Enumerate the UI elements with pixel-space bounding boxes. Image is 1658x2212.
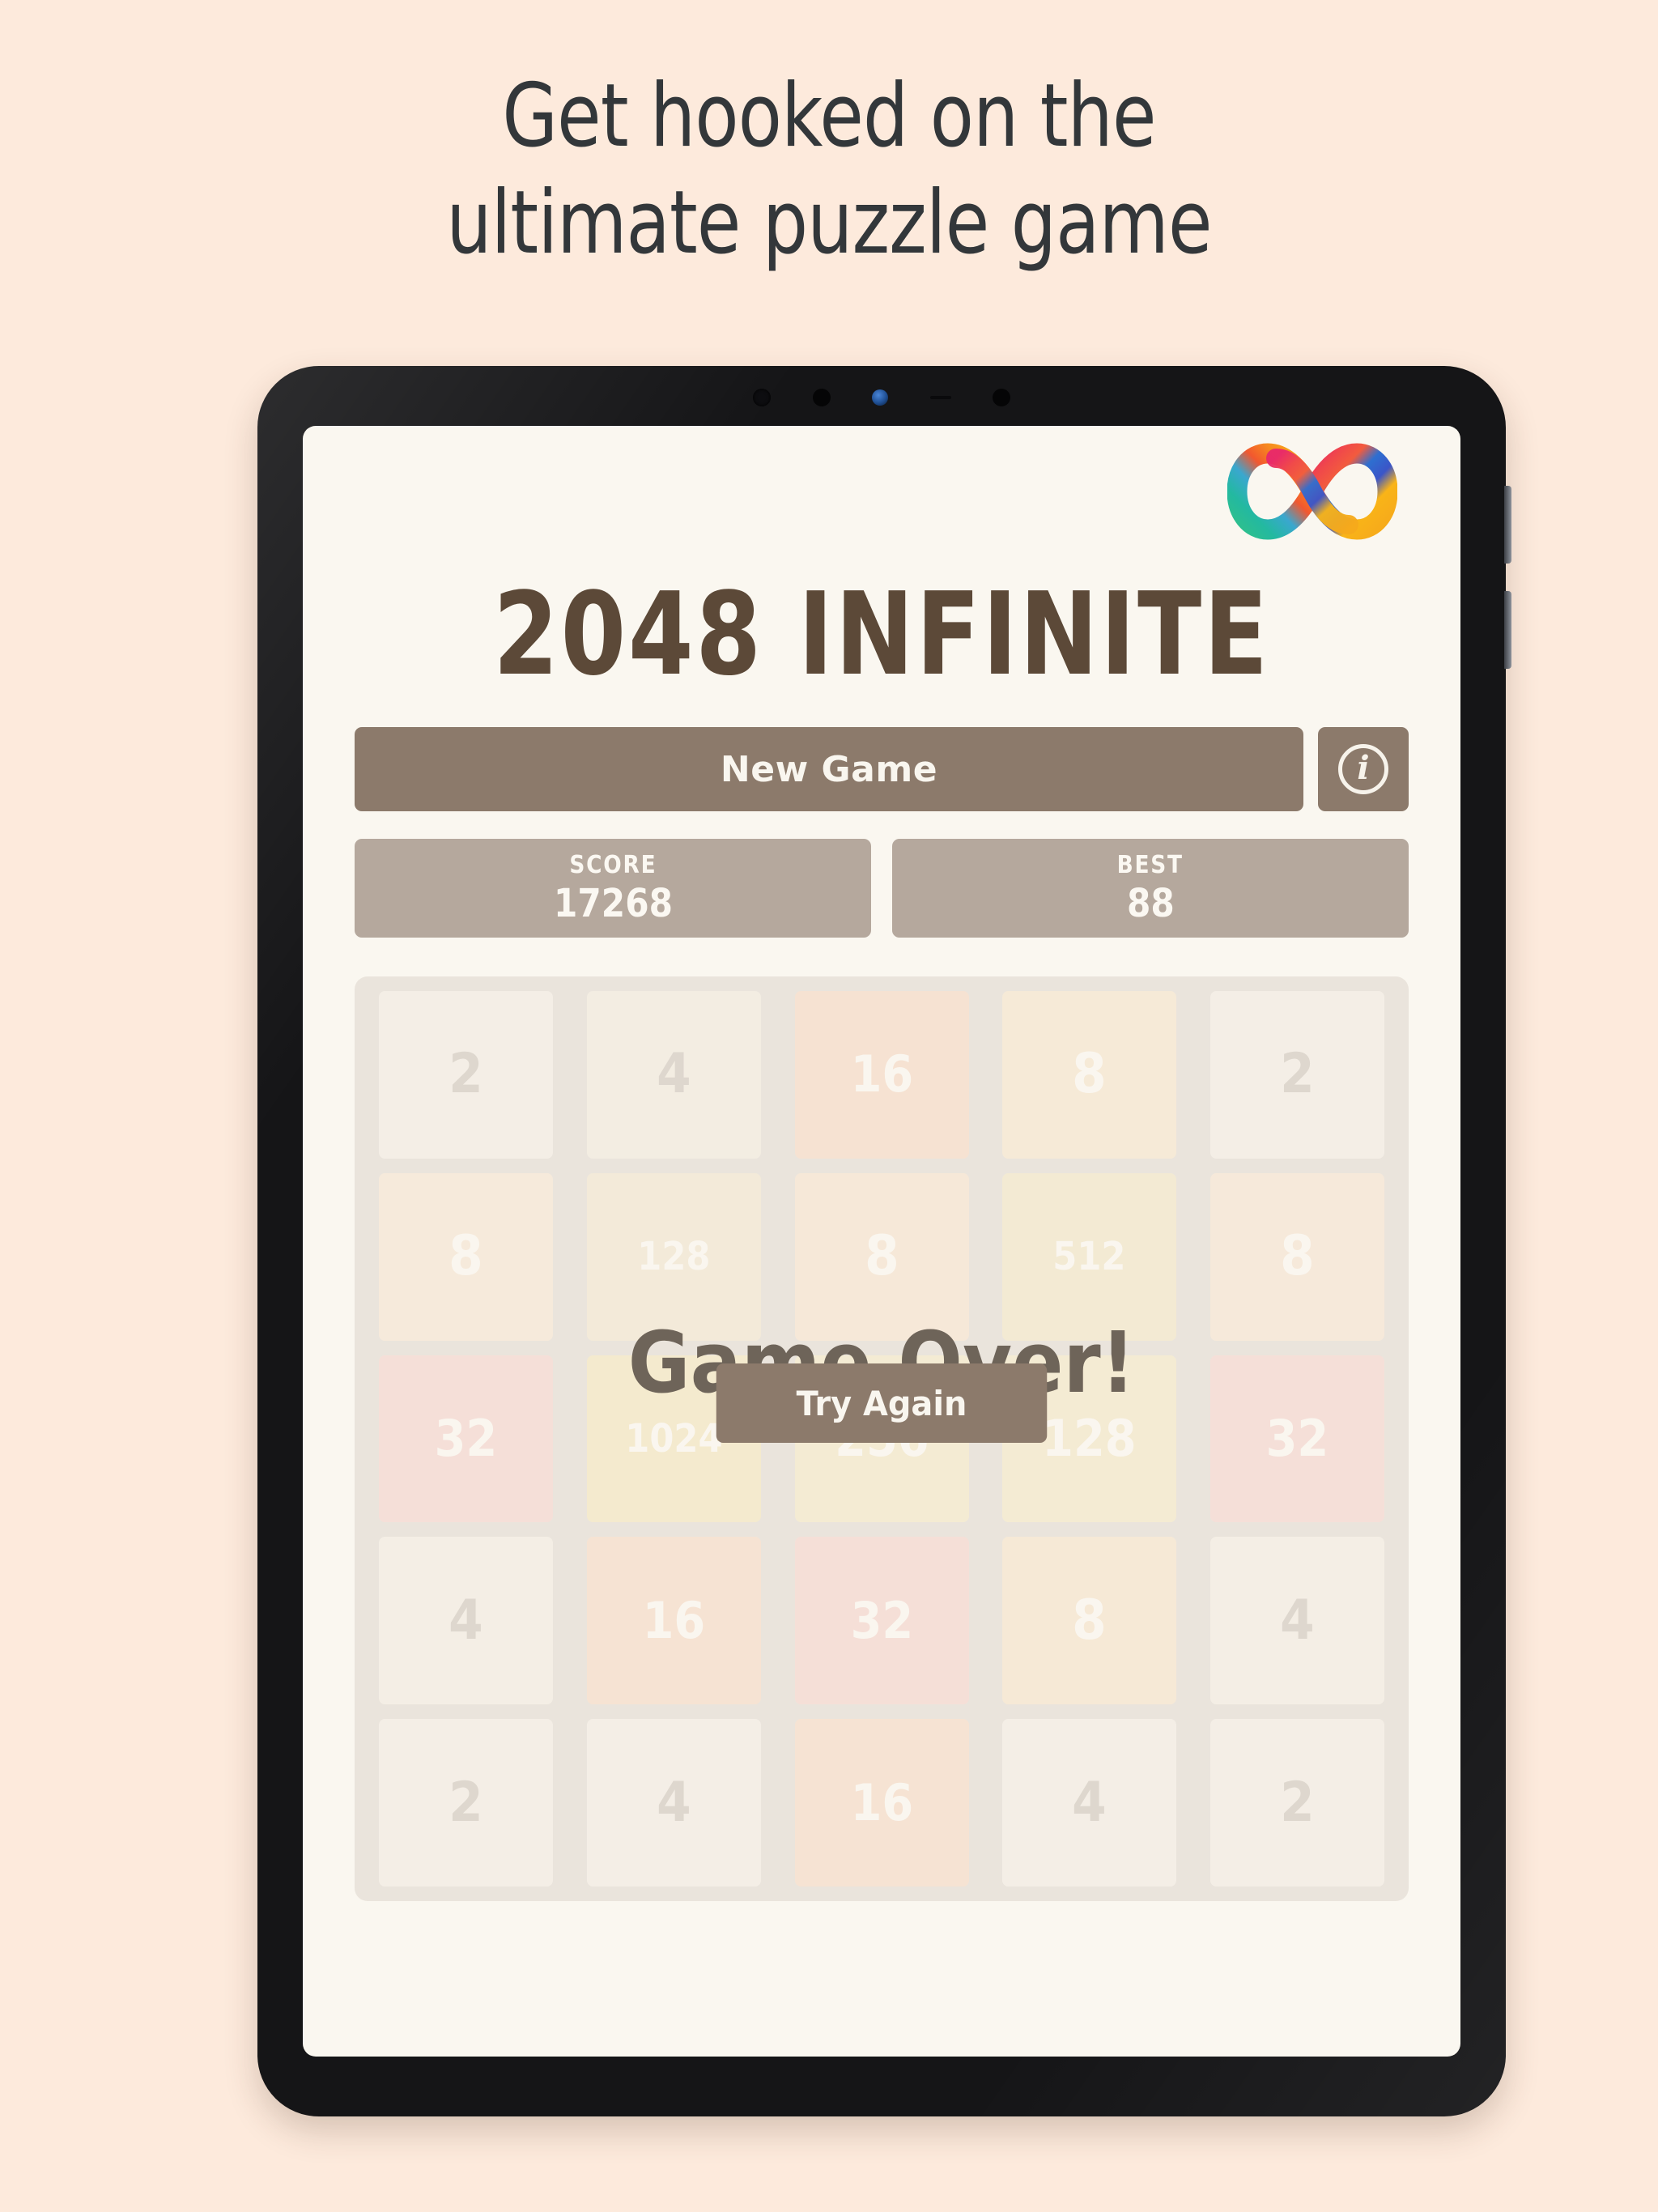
headline-line-1: Get hooked on the	[502, 66, 1156, 167]
score-value: 17268	[553, 880, 673, 926]
tile-r1-c2: 4	[586, 991, 761, 1159]
controls-row: New Game i	[355, 727, 1409, 811]
camera-dot-icon	[812, 389, 831, 406]
tile-r5-c2: 4	[586, 1719, 761, 1887]
tile-r5-c5: 2	[1210, 1719, 1385, 1887]
tile-r1-c4: 8	[1002, 991, 1177, 1159]
proximity-sensor-icon	[872, 389, 888, 406]
new-game-label: New Game	[720, 748, 938, 790]
tile-r1-c5: 2	[1210, 991, 1385, 1159]
tile-r2-c5: 8	[1210, 1172, 1385, 1341]
infinity-logo-icon	[1226, 439, 1398, 544]
tile-r3-c5: 32	[1210, 1355, 1385, 1523]
info-circle-icon: i	[1338, 744, 1388, 794]
headline-line-2: ultimate puzzle game	[446, 172, 1212, 274]
tile-r4-c5: 4	[1210, 1537, 1385, 1705]
game-title: 2048 INFINITE	[493, 568, 1270, 701]
tablet-device: 2048 INFINITE New Game i SCORE 17268 BES…	[257, 366, 1511, 2116]
best-value: 88	[1126, 880, 1175, 926]
camera-dot-icon	[993, 389, 1010, 406]
tile-r5-c4: 4	[1002, 1719, 1177, 1887]
game-board-area: 2416828128851283210242561283241632842416…	[355, 976, 1409, 1901]
tablet-screen: 2048 INFINITE New Game i SCORE 17268 BES…	[303, 426, 1460, 2057]
tile-r1-c1: 2	[378, 991, 553, 1159]
tile-r2-c1: 8	[378, 1172, 553, 1341]
score-label: SCORE	[568, 850, 657, 879]
volume-up-button[interactable]	[1504, 486, 1511, 564]
score-box-current: SCORE 17268	[355, 839, 871, 938]
tile-r4-c1: 4	[378, 1537, 553, 1705]
camera-dot-icon	[753, 389, 771, 406]
best-label: BEST	[1116, 850, 1184, 879]
tile-r2-c2: 128	[586, 1172, 761, 1341]
tile-r5-c3: 16	[794, 1719, 969, 1887]
camera-bar	[748, 387, 1015, 408]
score-box-best: BEST 88	[892, 839, 1409, 938]
try-again-label: Try Again	[796, 1383, 967, 1423]
tile-r1-c3: 16	[794, 991, 969, 1159]
info-button[interactable]: i	[1318, 727, 1409, 811]
tile-r4-c2: 16	[586, 1537, 761, 1705]
tile-r2-c3: 8	[794, 1172, 969, 1341]
score-row: SCORE 17268 BEST 88	[355, 839, 1409, 938]
tile-r5-c1: 2	[378, 1719, 553, 1887]
new-game-button[interactable]: New Game	[355, 727, 1303, 811]
promo-headline: Get hooked on the ultimate puzzle game	[149, 63, 1508, 277]
tile-r3-c1: 32	[378, 1355, 553, 1523]
try-again-button[interactable]: Try Again	[716, 1363, 1048, 1443]
tile-r2-c4: 512	[1002, 1172, 1177, 1341]
tile-r4-c4: 8	[1002, 1537, 1177, 1705]
tile-r4-c3: 32	[794, 1537, 969, 1705]
volume-down-button[interactable]	[1504, 591, 1511, 669]
speaker-slot-icon	[929, 396, 951, 399]
